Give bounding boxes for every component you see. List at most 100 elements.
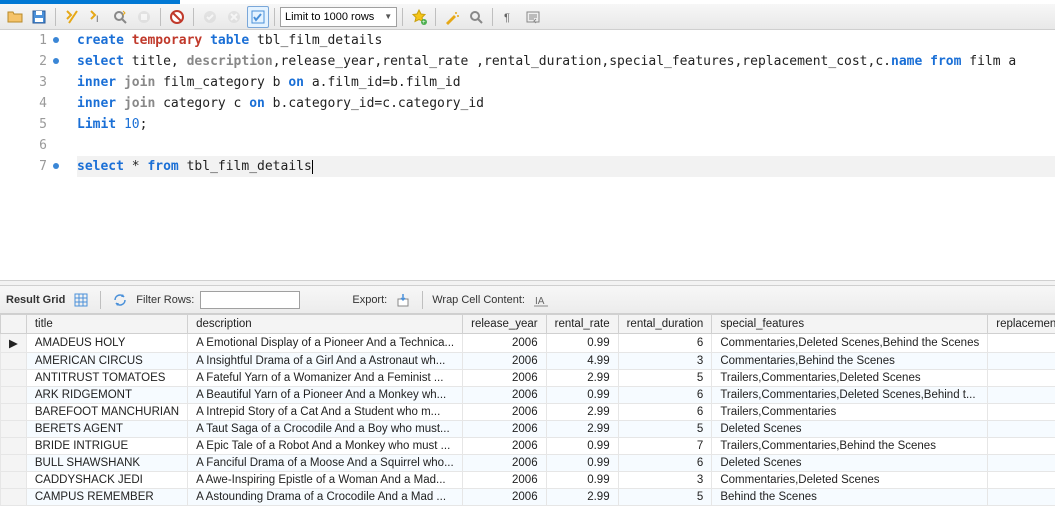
cell[interactable]: 6	[618, 387, 712, 404]
cell[interactable]: 2.99	[546, 489, 618, 506]
cell[interactable]: ANTITRUST TOMATOES	[26, 370, 187, 387]
table-row[interactable]: BERETS AGENTA Taut Saga of a Crocodile A…	[1, 421, 1055, 438]
cell[interactable]: Trailers,Commentaries,Deleted Scenes	[712, 370, 988, 387]
row-header[interactable]: ▶	[1, 334, 27, 353]
cell[interactable]: 2006	[463, 334, 546, 353]
cell[interactable]: 0.99	[546, 387, 618, 404]
cell[interactable]: 2006	[463, 489, 546, 506]
cell[interactable]: 2.99	[546, 370, 618, 387]
cell[interactable]: 24.99	[988, 438, 1055, 455]
cell[interactable]: A Intrepid Story of a Cat And a Student …	[188, 404, 463, 421]
cell[interactable]: 2.99	[546, 404, 618, 421]
export-button[interactable]	[393, 290, 413, 310]
editor-code[interactable]: create temporary table tbl_film_detailss…	[55, 30, 1055, 280]
table-row[interactable]: ▶AMADEUS HOLYA Emotional Display of a Pi…	[1, 334, 1055, 353]
cell[interactable]: 11.99	[988, 370, 1055, 387]
cell[interactable]: CADDYSHACK JEDI	[26, 472, 187, 489]
row-header[interactable]	[1, 370, 27, 387]
cell[interactable]: Commentaries,Behind the Scenes	[712, 353, 988, 370]
table-row[interactable]: CAMPUS REMEMBERA Astounding Drama of a C…	[1, 489, 1055, 506]
execute-current-button[interactable]: I	[85, 6, 107, 28]
cell[interactable]: Trailers,Commentaries,Deleted Scenes,Beh…	[712, 387, 988, 404]
cell[interactable]: 2.99	[546, 421, 618, 438]
cell[interactable]: 20.99	[988, 334, 1055, 353]
favorite-button[interactable]: +	[408, 6, 430, 28]
cell[interactable]: 3	[618, 472, 712, 489]
code-line[interactable]	[77, 135, 1055, 156]
cell[interactable]: 6	[618, 455, 712, 472]
row-header[interactable]	[1, 421, 27, 438]
cell[interactable]: A Awe-Inspiring Epistle of a Woman And a…	[188, 472, 463, 489]
cell[interactable]: 5	[618, 421, 712, 438]
column-header[interactable]: rental_rate	[546, 315, 618, 334]
cell[interactable]: AMERICAN CIRCUS	[26, 353, 187, 370]
cell[interactable]: Trailers,Commentaries	[712, 404, 988, 421]
beautify-button[interactable]	[441, 6, 463, 28]
cell[interactable]: A Epic Tale of a Robot And a Monkey who …	[188, 438, 463, 455]
table-row[interactable]: ANTITRUST TOMATOESA Fateful Yarn of a Wo…	[1, 370, 1055, 387]
cell[interactable]: 2006	[463, 455, 546, 472]
cell[interactable]: 24.99	[988, 421, 1055, 438]
column-header[interactable]: replacement_cost	[988, 315, 1055, 334]
cell[interactable]: 27.99	[988, 489, 1055, 506]
autocommit-button[interactable]	[247, 6, 269, 28]
cell[interactable]: 0.99	[546, 438, 618, 455]
row-header[interactable]	[1, 489, 27, 506]
column-header[interactable]: title	[26, 315, 187, 334]
cell[interactable]: Commentaries,Deleted Scenes,Behind the S…	[712, 334, 988, 353]
cell[interactable]: A Beautiful Yarn of a Pioneer And a Monk…	[188, 387, 463, 404]
wrap-cell-button[interactable]: IA	[531, 290, 551, 310]
cell[interactable]: Deleted Scenes	[712, 421, 988, 438]
row-header[interactable]	[1, 455, 27, 472]
code-line[interactable]: Limit 10;	[77, 114, 1055, 135]
explain-button[interactable]	[109, 6, 131, 28]
column-header[interactable]: rental_duration	[618, 315, 712, 334]
cell[interactable]: Behind the Scenes	[712, 489, 988, 506]
cell[interactable]: 17.99	[988, 353, 1055, 370]
execute-button[interactable]	[61, 6, 83, 28]
cell[interactable]: 25.99	[988, 387, 1055, 404]
cell[interactable]: 5	[618, 489, 712, 506]
table-row[interactable]: CADDYSHACK JEDIA Awe-Inspiring Epistle o…	[1, 472, 1055, 489]
cell[interactable]: 0.99	[546, 472, 618, 489]
cell[interactable]: 17.99	[988, 472, 1055, 489]
cell[interactable]: BRIDE INTRIGUE	[26, 438, 187, 455]
cell[interactable]: 2006	[463, 472, 546, 489]
table-row[interactable]: ARK RIDGEMONTA Beautiful Yarn of a Pione…	[1, 387, 1055, 404]
refresh-button[interactable]	[110, 290, 130, 310]
cell[interactable]: Trailers,Commentaries,Behind the Scenes	[712, 438, 988, 455]
cell[interactable]: 2006	[463, 387, 546, 404]
cell[interactable]: A Emotional Display of a Pioneer And a T…	[188, 334, 463, 353]
cell[interactable]: 4.99	[546, 353, 618, 370]
cell[interactable]: AMADEUS HOLY	[26, 334, 187, 353]
cell[interactable]: 2006	[463, 370, 546, 387]
save-button[interactable]	[28, 6, 50, 28]
cell[interactable]: 2006	[463, 404, 546, 421]
toggle-wrap-button[interactable]	[522, 6, 544, 28]
cell[interactable]: 2006	[463, 421, 546, 438]
cell[interactable]: A Fanciful Drama of a Moose And a Squirr…	[188, 455, 463, 472]
row-limit-combo[interactable]: Limit to 1000 rows ▼	[280, 7, 397, 27]
result-grid-wrap[interactable]: titledescriptionrelease_yearrental_rater…	[0, 314, 1055, 515]
stop-on-error-button[interactable]	[166, 6, 188, 28]
code-line[interactable]: select title, description,release_year,r…	[77, 51, 1055, 72]
cell[interactable]: A Astounding Drama of a Crocodile And a …	[188, 489, 463, 506]
cell[interactable]: 21.99	[988, 455, 1055, 472]
result-grid-table[interactable]: titledescriptionrelease_yearrental_rater…	[0, 314, 1055, 506]
cell[interactable]: A Taut Saga of a Crocodile And a Boy who…	[188, 421, 463, 438]
row-header[interactable]	[1, 387, 27, 404]
code-line[interactable]: create temporary table tbl_film_details	[77, 30, 1055, 51]
code-line[interactable]: select * from tbl_film_details	[77, 156, 1055, 177]
cell[interactable]: Commentaries,Deleted Scenes	[712, 472, 988, 489]
cell[interactable]: BERETS AGENT	[26, 421, 187, 438]
cell[interactable]: 0.99	[546, 455, 618, 472]
cell[interactable]: 2006	[463, 438, 546, 455]
cell[interactable]: 5	[618, 370, 712, 387]
row-header[interactable]	[1, 472, 27, 489]
find-button[interactable]	[465, 6, 487, 28]
row-header[interactable]	[1, 438, 27, 455]
cell[interactable]: CAMPUS REMEMBER	[26, 489, 187, 506]
table-row[interactable]: BULL SHAWSHANKA Fanciful Drama of a Moos…	[1, 455, 1055, 472]
cell[interactable]: 15.99	[988, 404, 1055, 421]
cell[interactable]: 0.99	[546, 334, 618, 353]
